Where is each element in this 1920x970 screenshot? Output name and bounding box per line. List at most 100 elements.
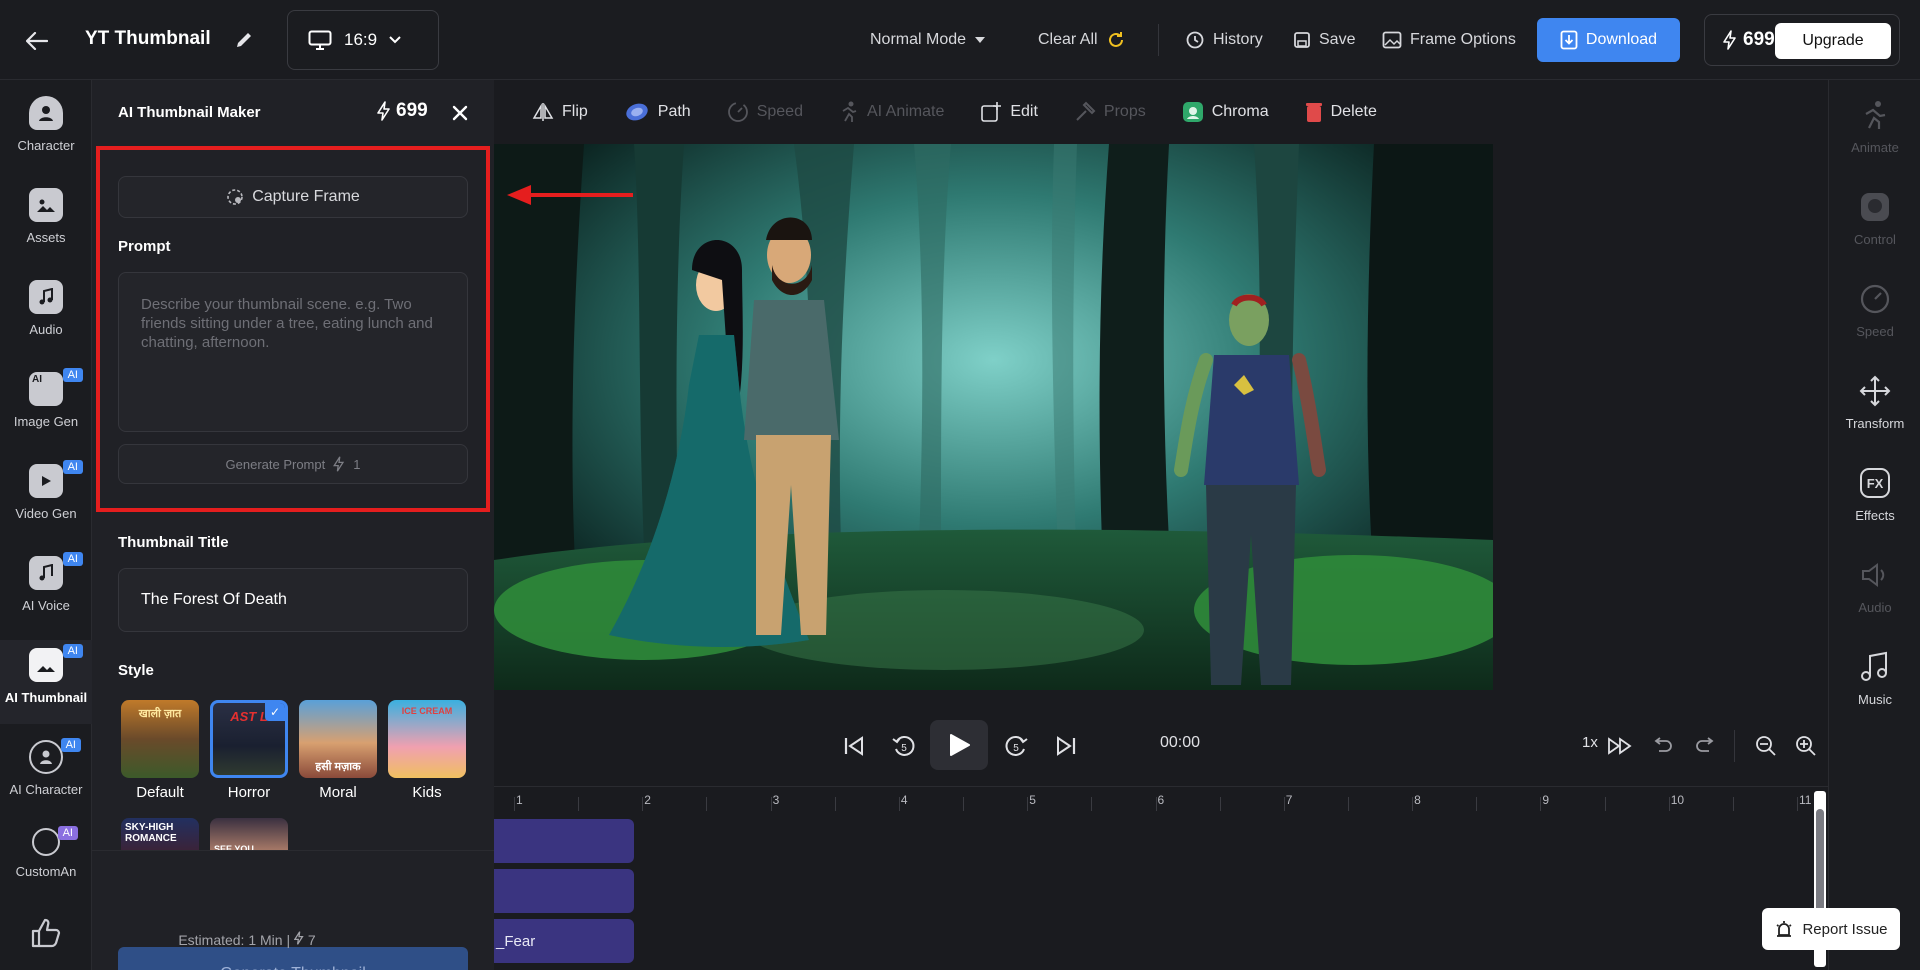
aspect-ratio-select[interactable]: 16:9 [287, 10, 439, 70]
save-button[interactable]: Save [1293, 24, 1355, 56]
rail-label: Audio [29, 322, 63, 337]
thumbnail-title-input[interactable] [118, 568, 468, 632]
voice-icon: AI [29, 552, 83, 590]
capture-frame-button[interactable]: Capture Frame [118, 176, 468, 218]
rail-item-control[interactable]: Control [1829, 184, 1920, 268]
rail-label: Audio [1858, 600, 1892, 615]
svg-text:FX: FX [1867, 476, 1884, 491]
tick-mark [1476, 797, 1478, 811]
ai-badge: AI [62, 460, 83, 474]
skip-back-icon [844, 736, 863, 756]
delete-button[interactable]: Delete [1305, 101, 1377, 123]
time-display: 00:00 [1160, 734, 1201, 751]
skip-start-button[interactable] [836, 728, 872, 764]
pencil-icon [237, 33, 251, 47]
monitor-icon [308, 30, 332, 50]
rail-item-image-gen[interactable]: AI AI Image Gen [0, 364, 92, 448]
music-note-icon [1858, 650, 1892, 684]
path-icon [626, 103, 648, 121]
style-moral[interactable]: हसी मज़ाक Moral [299, 700, 377, 801]
clear-all-label: Clear All [1038, 31, 1098, 48]
style-kids[interactable]: ICE CREAM Kids [388, 700, 466, 801]
save-label: Save [1319, 31, 1356, 48]
svg-text:5: 5 [901, 743, 907, 754]
edit-label: Edit [1010, 103, 1038, 120]
style-default[interactable]: खाली ज़ात Default [121, 700, 199, 801]
style-name: Moral [319, 784, 357, 801]
undo-button[interactable] [1644, 728, 1680, 764]
chroma-button[interactable]: Chroma [1182, 101, 1269, 123]
timeline-clip[interactable] [494, 819, 634, 863]
play-icon [950, 734, 970, 756]
thumbnail-icon: AI [29, 644, 83, 682]
rail-item-custom-animation[interactable]: AI CustomAn [0, 820, 92, 892]
ai-badge: AI [62, 552, 83, 566]
tick-mark [834, 797, 836, 811]
path-label: Path [657, 103, 691, 120]
style-thumb-text: खाली ज़ात [138, 708, 182, 720]
history-button[interactable]: History [1185, 24, 1263, 56]
props-label: Props [1103, 103, 1146, 120]
flip-button[interactable]: Flip [532, 102, 588, 122]
style-thumb-text: SKY-HIGH ROMANCE [125, 822, 177, 844]
clear-all-button[interactable]: Clear All [1038, 24, 1126, 56]
tick-label: 2 [644, 793, 651, 807]
edit-button[interactable]: Edit [980, 101, 1038, 123]
rail-label: Assets [26, 230, 66, 245]
timeline-clip[interactable] [494, 869, 634, 913]
forward-5-button[interactable]: 5 [998, 728, 1034, 764]
rail-item-effects[interactable]: FX Effects [1829, 460, 1920, 544]
style-thumbnail: हसी मज़ाक [299, 700, 377, 778]
zoom-in-button[interactable] [1788, 728, 1824, 764]
skip-end-button[interactable] [1048, 728, 1084, 764]
generate-prompt-button[interactable]: Generate Prompt 1 [118, 444, 468, 484]
mode-select[interactable]: Normal Mode [870, 24, 986, 56]
speed-button[interactable]: Speed [727, 101, 803, 123]
report-issue-button[interactable]: Report Issue [1762, 908, 1900, 950]
timeline-clip[interactable]: _Fear [494, 919, 634, 963]
playback-speed[interactable]: 1x [1582, 734, 1598, 751]
fx-icon: FX [1858, 466, 1892, 500]
video-gen-icon: AI [29, 460, 83, 498]
path-button[interactable]: Path [624, 101, 691, 123]
delete-label: Delete [1330, 103, 1377, 120]
speedometer-icon [727, 102, 748, 122]
close-panel-button[interactable] [447, 100, 473, 126]
rail-item-ai-character[interactable]: AI AI Character [0, 732, 92, 816]
rail-item-character[interactable]: Character [0, 88, 92, 172]
speedometer-icon [1858, 282, 1892, 316]
rail-item-transform[interactable]: Transform [1829, 368, 1920, 452]
zoom-out-button[interactable] [1748, 728, 1784, 764]
rail-item-video-gen[interactable]: AI Video Gen [0, 456, 92, 540]
generate-thumbnail-button[interactable]: Generate Thumbnail [118, 947, 468, 970]
frame-options-button[interactable]: Frame Options [1382, 24, 1516, 56]
fast-forward-button[interactable] [1602, 728, 1638, 764]
rail-item-ai-thumbnail[interactable]: AI AI Thumbnail [0, 640, 92, 724]
props-button[interactable]: Props [1074, 101, 1146, 123]
rail-item-music[interactable]: Music [1829, 644, 1920, 728]
rail-item-assets[interactable]: Assets [0, 180, 92, 264]
download-button[interactable]: Download [1537, 18, 1680, 62]
redo-button[interactable] [1688, 728, 1724, 764]
rail-item-audio[interactable]: Audio [0, 272, 92, 356]
play-button[interactable] [930, 720, 988, 770]
ai-animate-button[interactable]: AI Animate [839, 101, 944, 123]
rail-item-animate[interactable]: Animate [1829, 92, 1920, 176]
style-horror[interactable]: AST L ✓ Horror [210, 700, 288, 801]
chroma-label: Chroma [1211, 103, 1269, 120]
prompt-input[interactable] [118, 272, 468, 432]
lightning-icon [333, 456, 345, 472]
canvas-preview[interactable] [494, 90, 1493, 690]
rail-item-audio[interactable]: Audio [1829, 552, 1920, 636]
timeline[interactable]: 1 2 3 4 5 6 7 8 9 10 11 _Fear [494, 786, 1828, 970]
rail-label: Animate [1851, 140, 1899, 155]
back-button[interactable] [22, 26, 52, 56]
rail-item-ai-voice[interactable]: AI AI Voice [0, 548, 92, 632]
upgrade-button[interactable]: Upgrade [1775, 23, 1891, 59]
rail-label: Music [1858, 692, 1892, 707]
tick-mark [1347, 797, 1349, 811]
tick-label: 5 [1029, 793, 1036, 807]
rewind-5-button[interactable]: 5 [886, 728, 922, 764]
rename-button[interactable] [230, 26, 258, 54]
rail-item-speed[interactable]: Speed [1829, 276, 1920, 360]
